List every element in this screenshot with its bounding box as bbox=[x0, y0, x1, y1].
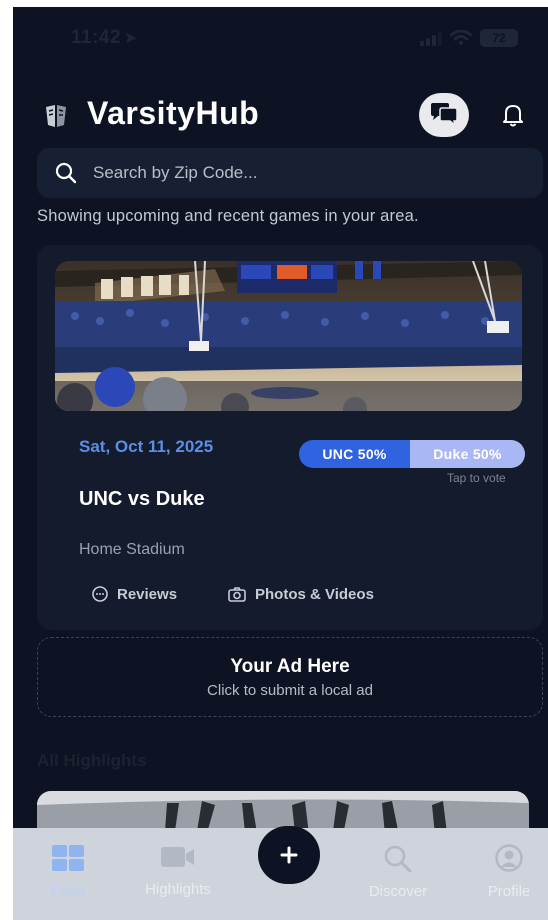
tab-profile[interactable]: Profile bbox=[459, 844, 548, 900]
plus-icon bbox=[280, 846, 298, 864]
grid-icon bbox=[52, 845, 84, 871]
highlights-section-title: All Highlights bbox=[37, 751, 147, 770]
tab-feed[interactable]: Feed bbox=[18, 844, 118, 900]
wifi-icon bbox=[450, 30, 472, 46]
game-matchup: UNC vs Duke bbox=[79, 488, 205, 510]
tab-profile-label: Profile bbox=[487, 883, 531, 900]
chat-bubbles-icon bbox=[431, 103, 458, 127]
signal-icon bbox=[420, 30, 442, 46]
photos-videos-label: Photos & Videos bbox=[255, 585, 374, 603]
camera-icon bbox=[228, 587, 246, 602]
vote-duke-button[interactable]: Duke 50% bbox=[410, 440, 525, 468]
search-bar bbox=[37, 148, 543, 198]
search-icon bbox=[55, 162, 77, 184]
app-header: VarsityHub bbox=[43, 93, 528, 141]
notifications-button[interactable] bbox=[495, 97, 531, 133]
vote-bar[interactable]: UNC 50% Duke 50% bbox=[299, 440, 525, 468]
arena-image bbox=[55, 261, 522, 411]
logo-icon bbox=[46, 105, 66, 127]
location-arrow-icon: ➤ bbox=[124, 30, 138, 47]
game-date: Sat, Oct 11, 2025 bbox=[79, 437, 214, 456]
vote-unc-button[interactable]: UNC 50% bbox=[299, 440, 410, 468]
status-time: 11:42 ➤ bbox=[71, 27, 138, 48]
reviews-button[interactable]: Reviews bbox=[91, 581, 177, 607]
status-bar: 11:42 ➤ 72 bbox=[13, 25, 548, 53]
app-title: VarsityHub bbox=[87, 95, 260, 131]
user-circle-icon bbox=[495, 844, 523, 872]
bottom-tab-bar: Feed Highlights Discover Profile bbox=[13, 826, 548, 920]
vote-hint: Tap to vote bbox=[447, 471, 506, 485]
tab-highlights[interactable]: Highlights bbox=[128, 844, 228, 898]
video-camera-icon bbox=[161, 847, 194, 867]
game-photo[interactable] bbox=[55, 261, 522, 411]
create-post-button[interactable] bbox=[258, 826, 320, 884]
game-card[interactable]: Sat, Oct 11, 2025 UNC 50% Duke 50% Tap t… bbox=[37, 245, 543, 630]
battery-icon: 72 bbox=[480, 29, 518, 47]
tab-discover-label: Discover bbox=[368, 883, 428, 900]
search-icon bbox=[384, 845, 412, 873]
feed-subtitle: Showing upcoming and recent games in you… bbox=[37, 207, 419, 225]
local-ad-slot[interactable]: Your Ad Here Click to submit a local ad bbox=[37, 637, 543, 717]
phone-screen: 11:42 ➤ 72 VarsityHub Search by Zip Code… bbox=[13, 7, 548, 920]
comment-icon bbox=[92, 586, 108, 602]
ad-title: Your Ad Here bbox=[230, 656, 350, 677]
photos-videos-button[interactable]: Photos & Videos bbox=[227, 581, 374, 607]
status-right: 72 bbox=[420, 29, 518, 47]
ad-subtitle: Click to submit a local ad bbox=[207, 682, 373, 699]
reviews-label: Reviews bbox=[117, 585, 178, 603]
game-venue: Home Stadium bbox=[79, 541, 185, 558]
tab-discover[interactable]: Discover bbox=[348, 844, 448, 900]
tab-highlights-label: Highlights bbox=[145, 881, 211, 898]
zip-search-input[interactable] bbox=[93, 148, 523, 198]
messages-button[interactable] bbox=[419, 93, 469, 137]
bell-icon bbox=[503, 105, 523, 127]
tab-feed-label: Feed bbox=[50, 883, 86, 900]
